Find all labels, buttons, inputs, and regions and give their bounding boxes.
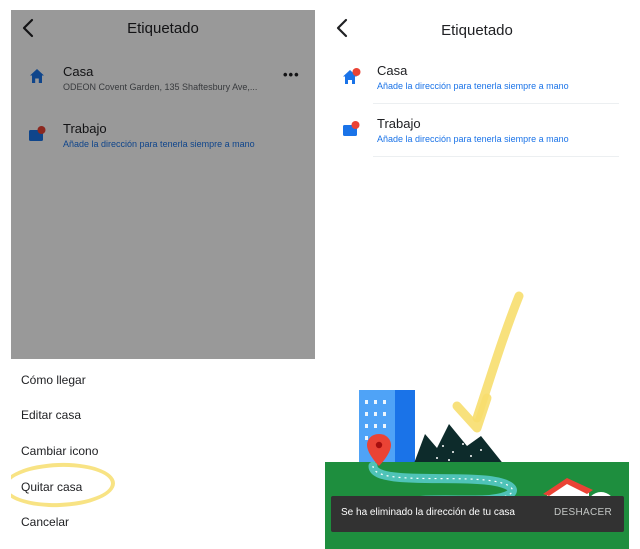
option-change-icon[interactable]: Cambiar icono <box>21 444 98 458</box>
left-screenshot: Etiquetado Casa ODEON Covent Garden, 135… <box>11 10 315 549</box>
item-name: Trabajo <box>377 116 421 131</box>
divider <box>373 103 619 104</box>
building-dark <box>395 390 415 470</box>
item-add-address-hint: Añade la dirección para tenerla siempre … <box>377 81 569 91</box>
right-screenshot: Etiquetado Casa Añade la dirección para … <box>325 10 629 549</box>
highlight-circle <box>11 461 116 509</box>
home-icon <box>343 68 361 84</box>
undo-button[interactable]: DESHACER <box>554 507 612 518</box>
option-directions[interactable]: Cómo llegar <box>21 373 86 387</box>
mountain <box>413 424 505 466</box>
work-icon <box>343 121 360 136</box>
divider <box>373 156 619 157</box>
option-cancel[interactable]: Cancelar <box>21 515 69 529</box>
header: Etiquetado <box>325 10 629 46</box>
option-edit-home[interactable]: Editar casa <box>21 408 81 422</box>
item-name: Casa <box>377 63 408 78</box>
page-title: Etiquetado <box>441 22 513 39</box>
item-add-address-hint: Añade la dirección para tenerla siempre … <box>377 134 569 144</box>
snackbar: Se ha eliminado la dirección de tu casa … <box>331 496 624 532</box>
annotation-arrow-head <box>452 393 492 433</box>
modal-scrim[interactable] <box>11 10 315 359</box>
action-sheet: Cómo llegar Editar casa Cambiar icono Qu… <box>11 359 315 549</box>
snackbar-message: Se ha eliminado la dirección de tu casa <box>341 507 515 518</box>
